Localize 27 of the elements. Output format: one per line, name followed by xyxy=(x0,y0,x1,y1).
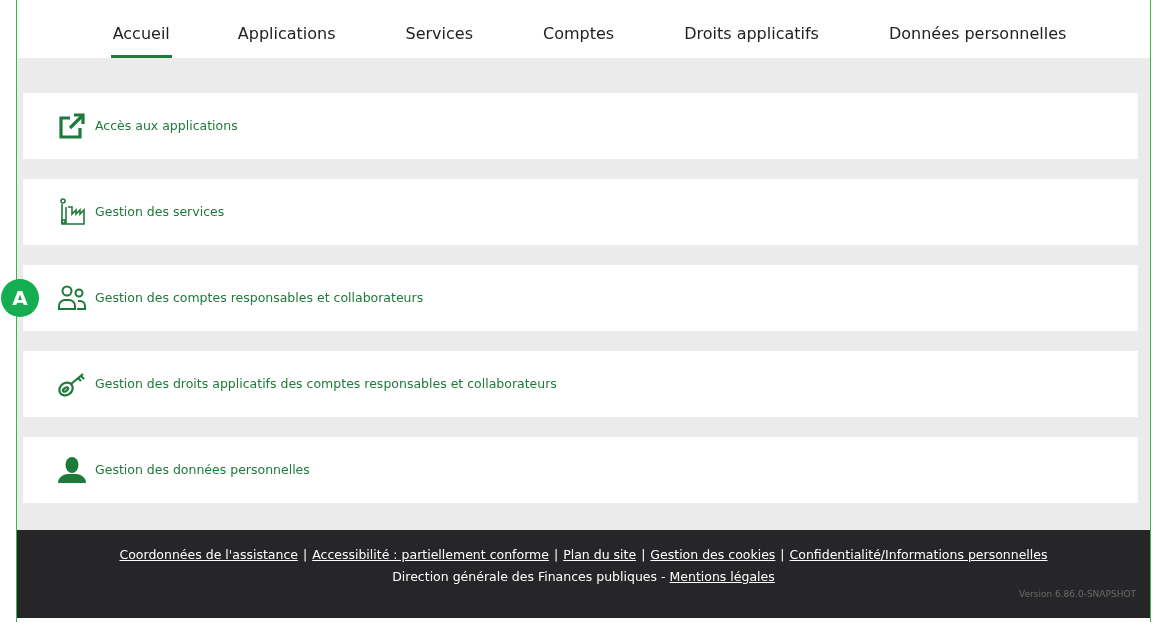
menu-card[interactable]: Gestion des droits applicatifs des comptes responsables et collaborateurs xyxy=(23,351,1138,417)
external-link-icon xyxy=(58,112,86,140)
footer-text: Direction générale des Finances publiques - xyxy=(392,567,666,586)
footer-link[interactable]: Confidentialité/Informations personnelles xyxy=(789,546,1048,565)
separator: | xyxy=(780,546,785,564)
key-icon xyxy=(57,370,87,398)
menu-card[interactable]: Gestion des services xyxy=(23,179,1138,245)
footer-link[interactable]: Mentions légales xyxy=(669,567,775,587)
version-text: Version 6.86.0-SNAPSHOT xyxy=(1019,588,1136,601)
nav-tab[interactable]: Services xyxy=(403,22,475,58)
nav-tab[interactable]: Comptes xyxy=(541,22,617,58)
menu-card[interactable]: Gestion des données personnelles xyxy=(23,437,1138,503)
nav-tab[interactable]: Droits applicatifs xyxy=(682,22,821,58)
footer-link[interactable]: Coordonnées de l'assistance xyxy=(119,546,298,565)
person-icon xyxy=(58,457,86,483)
nav-tab[interactable]: Données personnelles xyxy=(886,22,1069,58)
separator: | xyxy=(553,546,559,564)
factory-icon xyxy=(59,198,85,226)
annotation-badge: A xyxy=(1,279,39,317)
separator: | xyxy=(641,546,646,564)
footer-link[interactable]: Plan du site xyxy=(563,546,637,565)
separator: | xyxy=(302,546,308,564)
menu-card[interactable]: Accès aux applications xyxy=(23,93,1138,159)
footer-link[interactable]: Gestion des cookies xyxy=(650,546,776,565)
nav-tab[interactable]: Applications xyxy=(235,22,338,58)
footer-link[interactable]: Accessibilité : partiellement conforme xyxy=(312,546,549,565)
users-icon xyxy=(58,285,86,311)
